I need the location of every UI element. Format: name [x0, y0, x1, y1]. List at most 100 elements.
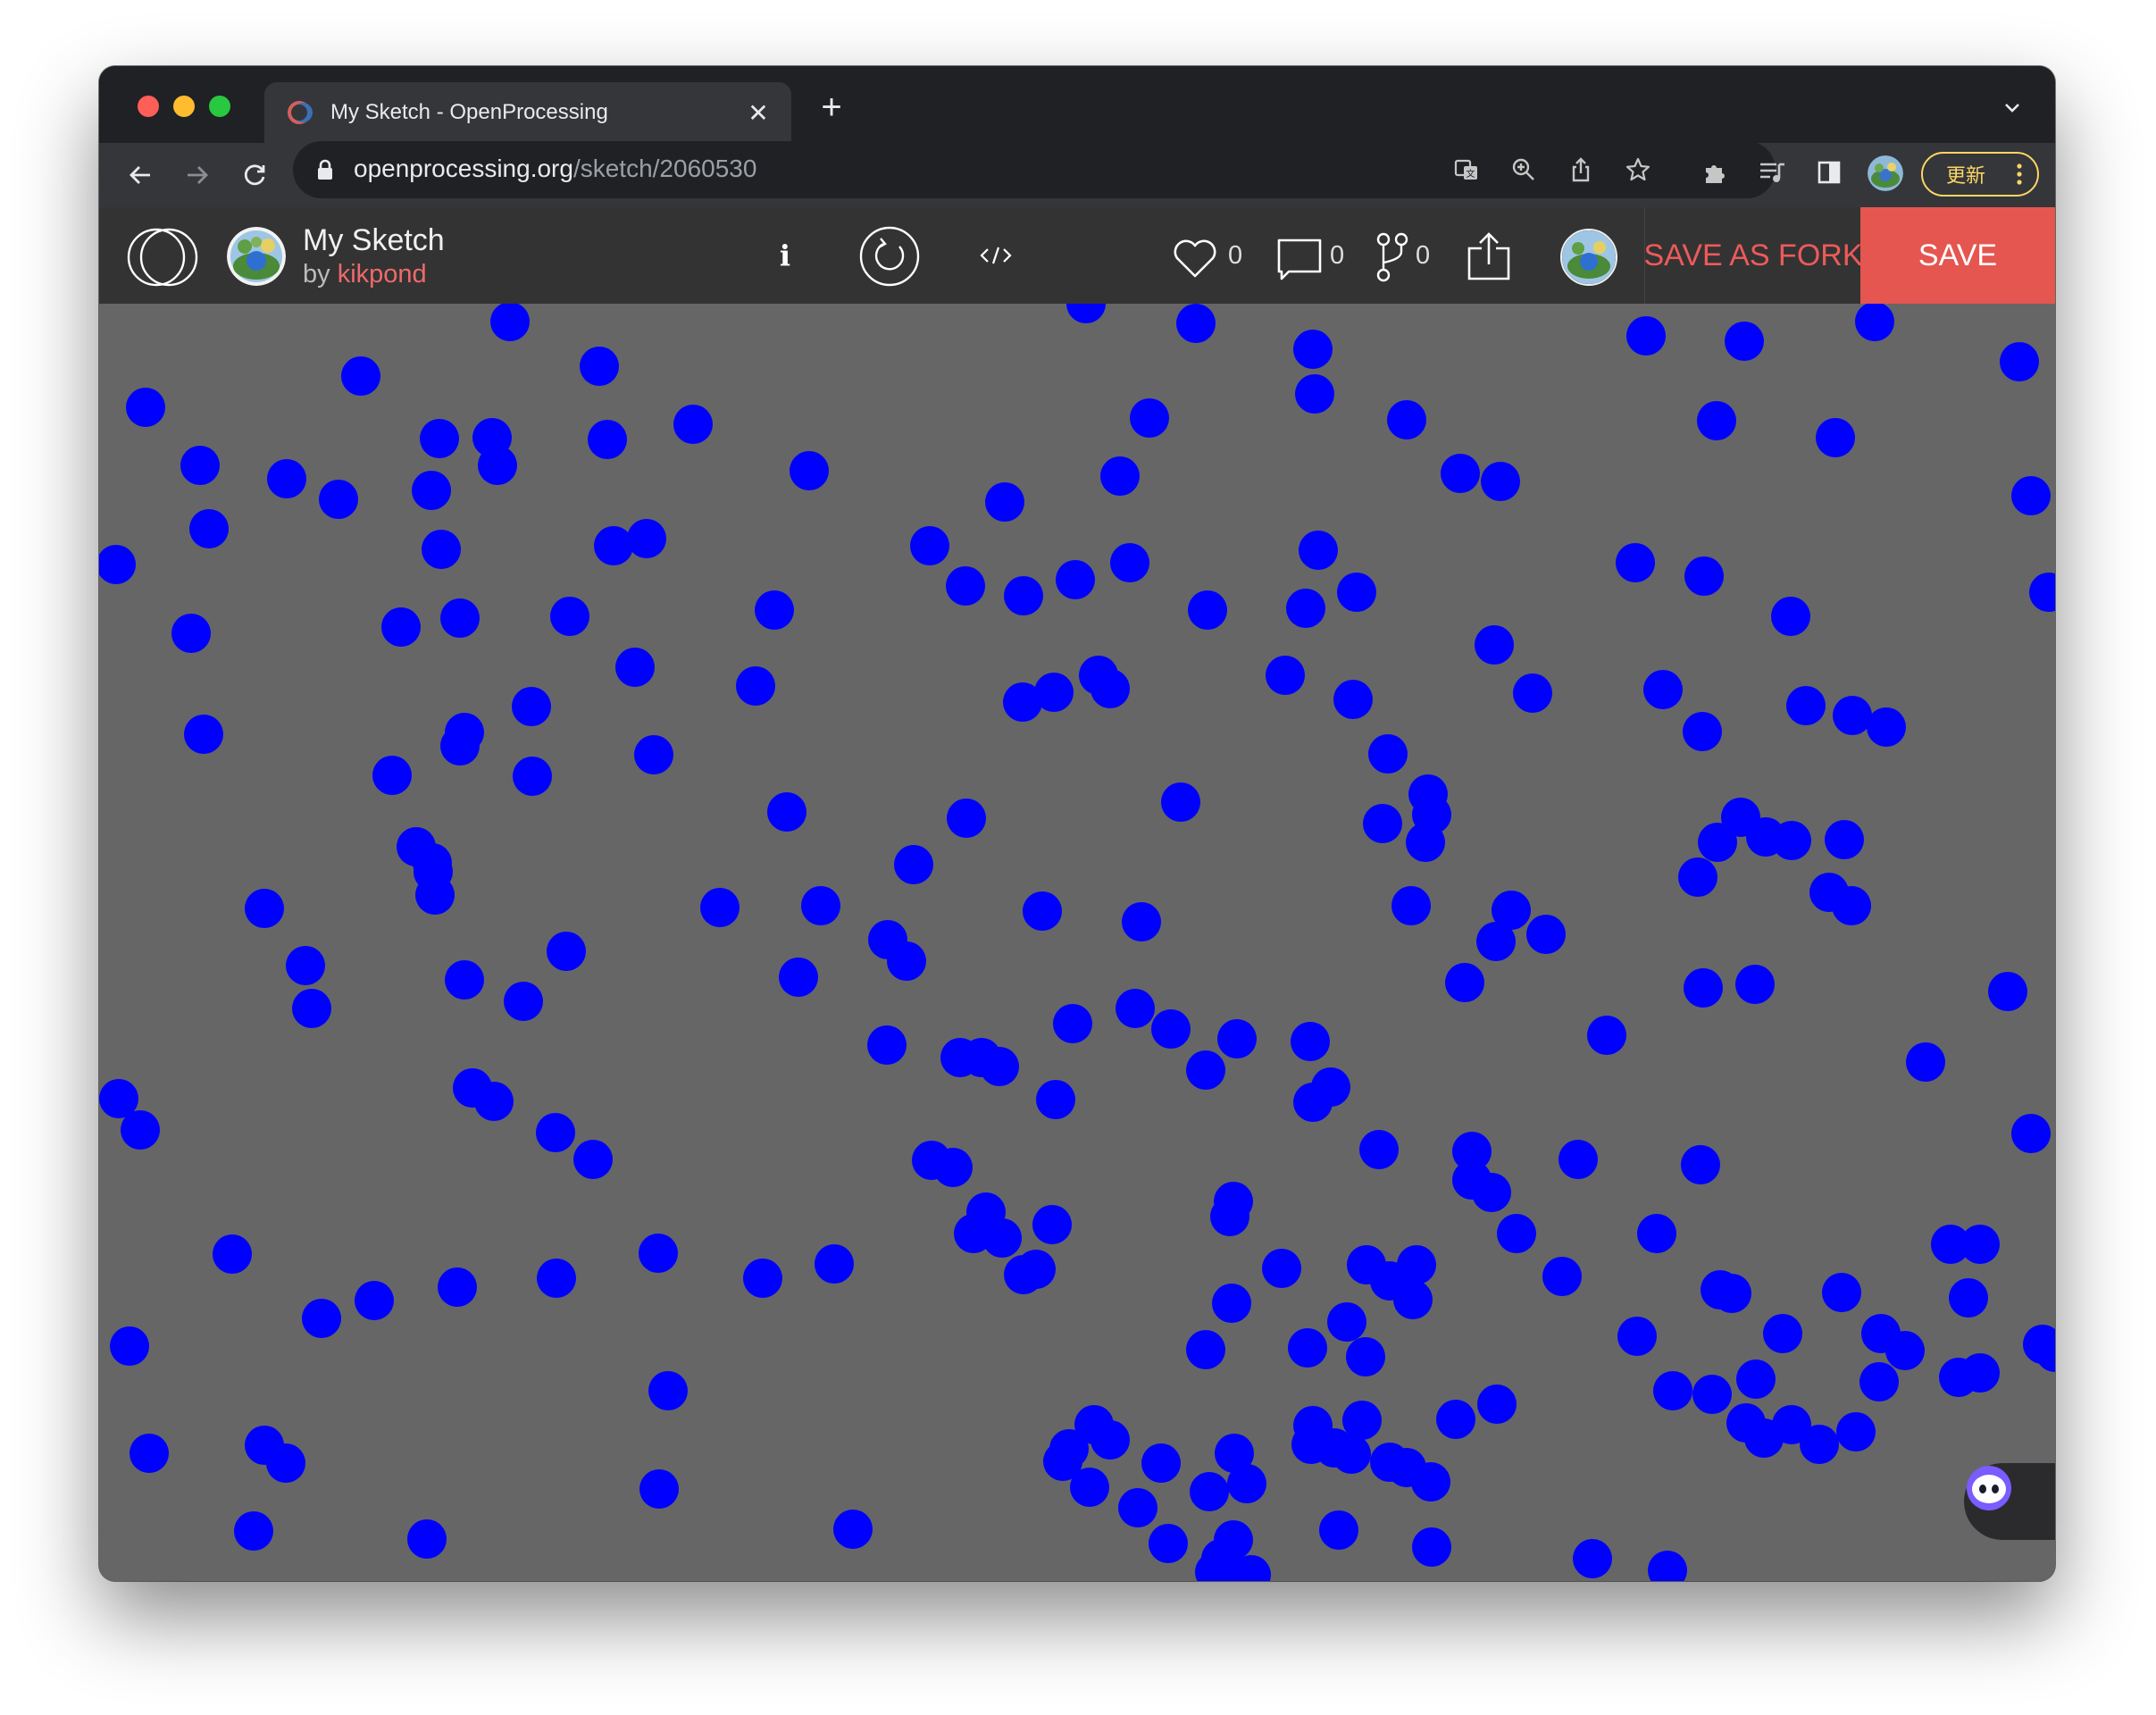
url-text[interactable]: openprocessing.org/sketch/2060530	[354, 155, 756, 183]
address-bar[interactable]: openprocessing.org/sketch/2060530 文	[293, 141, 1776, 198]
author-avatar[interactable]	[227, 227, 286, 286]
openprocessing-logo-icon[interactable]	[126, 227, 199, 288]
forks-button[interactable]	[1375, 232, 1410, 282]
author-link[interactable]: kikpond	[338, 260, 427, 289]
blue-circle	[438, 1267, 477, 1307]
browser-tab[interactable]: My Sketch - OpenProcessing ✕	[264, 82, 791, 143]
blue-circle	[1393, 1280, 1433, 1319]
extensions-puzzle-icon[interactable]	[1700, 157, 1730, 188]
fork-icon	[1376, 232, 1408, 282]
share-sketch-button[interactable]	[1466, 230, 1512, 282]
blue-circle	[420, 419, 459, 458]
blue-circle	[1043, 1442, 1082, 1481]
tab-search-chevron-icon[interactable]	[2001, 96, 2023, 118]
canvas-drawing	[99, 304, 2055, 1581]
comments-button[interactable]	[1276, 238, 1323, 282]
more-vert-icon[interactable]	[2016, 163, 2023, 186]
tab-close-icon[interactable]: ✕	[745, 98, 772, 128]
blue-circle	[110, 1326, 149, 1366]
back-arrow-icon[interactable]	[122, 157, 158, 193]
blue-circle	[130, 1434, 169, 1473]
blue-circle	[1712, 1274, 1751, 1313]
restart-button[interactable]	[858, 225, 921, 288]
code-button[interactable]	[978, 239, 1014, 272]
blue-circle	[1725, 322, 1764, 361]
profile-avatar[interactable]	[1868, 155, 1903, 191]
blue-circle	[1122, 902, 1161, 941]
sketch-header: My Sketch by kikpond i 0 0 0 SAVE AS FOR…	[99, 207, 2055, 304]
assistant-widget[interactable]	[1964, 1463, 2055, 1540]
minimize-window-button[interactable]	[173, 96, 195, 117]
media-playlist-icon[interactable]	[1757, 157, 1787, 188]
save-button[interactable]: SAVE	[1860, 207, 2055, 304]
blue-circle	[1327, 1302, 1366, 1342]
blue-circle	[1867, 707, 1906, 747]
blue-circle	[779, 958, 818, 997]
blue-circle	[1387, 400, 1426, 439]
blue-circle	[985, 482, 1024, 522]
blue-circle	[1786, 686, 1826, 725]
save-as-fork-button[interactable]: SAVE AS FORK	[1644, 207, 1863, 304]
blue-circle	[1333, 680, 1373, 719]
blue-circle	[743, 1259, 782, 1298]
blue-circle	[790, 451, 829, 490]
blue-circle	[445, 713, 484, 752]
translate-icon[interactable]: 文	[1452, 155, 1481, 184]
blue-circle	[1692, 1375, 1732, 1414]
blue-circle	[184, 715, 223, 754]
reload-icon[interactable]	[237, 157, 272, 193]
blue-circle	[1573, 1539, 1612, 1578]
blue-circle	[2011, 1114, 2051, 1153]
blue-circle	[445, 960, 484, 1000]
blue-circle	[1363, 804, 1402, 843]
side-panel-icon[interactable]	[1814, 157, 1844, 188]
blue-circle	[319, 480, 358, 519]
blue-circle	[415, 875, 455, 915]
lock-icon[interactable]	[316, 159, 334, 180]
blue-circle	[940, 1038, 980, 1077]
blue-circle	[1885, 1331, 1925, 1370]
info-button[interactable]: i	[767, 234, 803, 277]
blue-circle	[1836, 1412, 1876, 1451]
user-avatar[interactable]	[1560, 229, 1617, 286]
blue-circle	[1130, 398, 1169, 438]
blue-circle	[1091, 1420, 1130, 1460]
blue-circle	[1816, 418, 1855, 457]
blue-circle	[126, 388, 165, 427]
blue-circle	[1188, 590, 1227, 630]
blue-circle	[1988, 972, 2027, 1011]
like-button[interactable]	[1171, 238, 1219, 280]
blue-circle	[1141, 1443, 1181, 1483]
assistant-face-icon	[1967, 1466, 2011, 1510]
blue-circle	[1293, 330, 1333, 369]
blue-circle	[422, 530, 461, 569]
zoom-icon[interactable]	[1509, 155, 1538, 184]
fork-count: 0	[1416, 241, 1431, 270]
blue-circle	[2011, 476, 2051, 515]
blue-circle	[580, 347, 619, 386]
blue-circle	[1016, 1250, 1056, 1289]
blue-circle	[1412, 795, 1451, 834]
sketch-canvas[interactable]	[99, 304, 2055, 1581]
sketch-title[interactable]: My Sketch	[303, 223, 445, 257]
like-count: 0	[1228, 241, 1243, 270]
blue-circle	[588, 420, 627, 459]
blue-circle	[440, 598, 480, 638]
blue-circle	[1293, 1083, 1333, 1122]
blue-circle	[490, 304, 530, 341]
forward-arrow-icon[interactable]	[180, 157, 215, 193]
blue-circle	[1617, 1317, 1657, 1356]
blue-circle	[1227, 1464, 1266, 1503]
blue-circle	[1056, 560, 1095, 599]
blue-circle	[1855, 304, 1894, 341]
blue-circle	[673, 405, 713, 444]
blue-circle	[801, 886, 840, 925]
share-icon[interactable]	[1567, 155, 1595, 184]
update-button[interactable]: 更新	[1921, 152, 2039, 197]
bookmark-star-icon[interactable]	[1624, 155, 1652, 184]
new-tab-button[interactable]: +	[814, 89, 849, 125]
close-window-button[interactable]	[138, 96, 159, 117]
blue-circle	[1299, 531, 1338, 570]
zoom-window-button[interactable]	[209, 96, 230, 117]
blue-circle	[267, 459, 306, 498]
